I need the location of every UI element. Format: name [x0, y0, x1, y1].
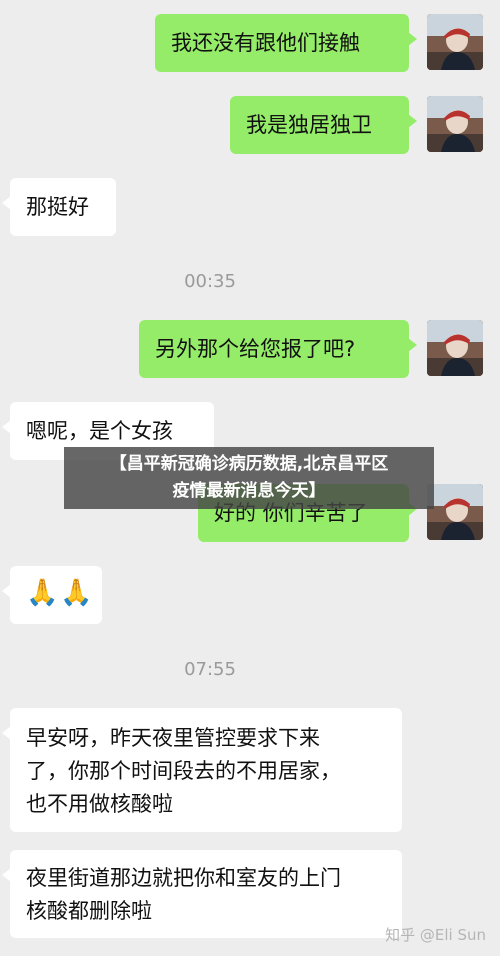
avatar[interactable] [427, 96, 483, 152]
message-bubble-outgoing[interactable]: 另外那个给您报了吧? [139, 320, 417, 378]
avatar[interactable] [427, 484, 483, 540]
overlay-line: 疫情最新消息今天】 [172, 481, 326, 501]
message-bubble-incoming[interactable]: 夜里街道那边就把你和室友的上门 核酸都删除啦 [2, 850, 402, 938]
avatar-icon [427, 96, 483, 152]
avatar[interactable] [427, 14, 483, 70]
message-text: 那挺好 [26, 195, 89, 219]
avatar-icon [427, 320, 483, 376]
message-text: 我还没有跟他们接触 [171, 31, 360, 55]
title-overlay-banner: 【昌平新冠确诊病历数据,北京昌平区 疫情最新消息今天】 [64, 447, 434, 509]
message-text-line: 核酸都删除啦 [26, 899, 152, 923]
message-text-line: 早安呀，昨天夜里管控要求下来 [26, 726, 320, 750]
message-bubble-incoming[interactable]: 早安呀，昨天夜里管控要求下来 了，你那个时间段去的不用居家， 也不用做核酸啦 [2, 708, 402, 832]
message-text: 我是独居独卫 [246, 113, 372, 137]
avatar-icon [427, 14, 483, 70]
message-bubble-incoming[interactable]: 🙏🙏 [2, 566, 102, 624]
message-bubble-outgoing[interactable]: 我还没有跟他们接触 [155, 14, 417, 72]
message-text-line: 夜里街道那边就把你和室友的上门 [26, 866, 341, 890]
overlay-line: 【昌平新冠确诊病历数据,北京昌平区 [109, 454, 389, 474]
timestamp: 00:35 [184, 271, 236, 292]
pray-emoji-icon: 🙏🙏 [26, 578, 95, 608]
message-text: 另外那个给您报了吧? [155, 337, 356, 361]
message-text-line: 了，你那个时间段去的不用居家， [26, 759, 341, 783]
message-bubble-outgoing[interactable]: 我是独居独卫 [230, 96, 417, 154]
message-bubble-incoming[interactable]: 那挺好 [2, 178, 116, 236]
message-text-line: 也不用做核酸啦 [26, 792, 173, 816]
message-text: 嗯呢，是个女孩 [26, 419, 173, 443]
avatar[interactable] [427, 320, 483, 376]
watermark: 知乎 @Eli Sun [385, 926, 486, 944]
avatar-icon [427, 484, 483, 540]
timestamp: 07:55 [184, 659, 236, 680]
